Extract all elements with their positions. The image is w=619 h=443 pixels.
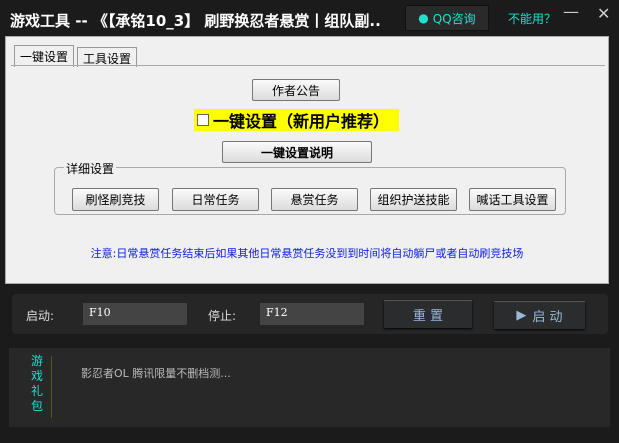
minimize-icon[interactable]: — (563, 2, 579, 21)
bounty-task-button[interactable]: 悬赏任务 (271, 188, 358, 211)
window-title: 游戏工具 -- 《【承铭10_3】 刷野换忍者悬赏丨组队副.. (10, 12, 381, 30)
shout-tool-button[interactable]: 喊话工具设置 (469, 188, 556, 211)
gift-item-link[interactable]: 影忍者OL 腾讯限量不删档测... (81, 365, 231, 381)
main-panel: 一键设置 工具设置 作者公告 一键设置（新用户推荐） 一键设置说明 详细设置 刷… (5, 36, 609, 284)
qq-button-label: QQ咨询 (432, 11, 476, 26)
tab-tool-settings[interactable]: 工具设置 (77, 47, 138, 67)
escort-skill-button[interactable]: 组织护送技能 (370, 188, 457, 211)
start-hotkey-input[interactable]: F10 (83, 303, 187, 325)
checkbox-box[interactable] (197, 114, 209, 126)
reset-button[interactable]: 重 置 (384, 300, 472, 328)
play-icon: ▶ (516, 308, 527, 323)
game-gift-label: 游戏礼包 (31, 354, 44, 413)
stop-hotkey-input[interactable]: F12 (260, 303, 364, 325)
onekey-setting-checkbox[interactable]: 一键设置（新用户推荐） (194, 109, 399, 131)
tab-onekey-settings[interactable]: 一键设置 (14, 45, 75, 67)
farm-arena-button[interactable]: 刷怪刷竞技 (72, 188, 159, 211)
checkbox-label: 一键设置（新用户推荐） (213, 112, 390, 131)
start-button-label: 启 动 (532, 310, 563, 325)
qq-penguin-icon: ● (418, 11, 429, 25)
hotkey-bar: 启动: F10 停止: F12 重 置 ▶ 启 动 (12, 294, 608, 334)
close-icon[interactable]: ✕ (597, 4, 610, 23)
notice-text: 注意:日常悬赏任务结束后如果其他日常悬赏任务没到到时间将自动躺尸或者自动刷竞技场 (90, 247, 524, 260)
tab-divider (11, 65, 605, 66)
game-gift-panel: 游戏礼包 影忍者OL 腾讯限量不删档测... (9, 348, 610, 427)
detail-settings-label: 详细设置 (64, 160, 117, 177)
gift-divider (51, 356, 52, 418)
start-hotkey-label: 启动: (26, 309, 55, 323)
author-notice-button[interactable]: 作者公告 (252, 79, 340, 101)
stop-hotkey-label: 停止: (208, 309, 237, 323)
cant-use-link[interactable]: 不能用？ (508, 10, 556, 27)
onekey-help-button[interactable]: 一键设置说明 (222, 141, 372, 163)
qq-consult-button[interactable]: ● QQ咨询 (405, 5, 489, 31)
start-button[interactable]: ▶ 启 动 (494, 301, 585, 329)
daily-task-button[interactable]: 日常任务 (172, 188, 259, 211)
